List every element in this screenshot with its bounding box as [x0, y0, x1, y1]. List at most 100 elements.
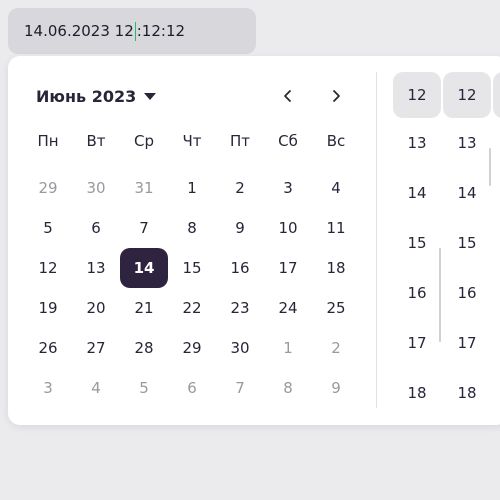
calendar-day[interactable]: 17	[264, 248, 312, 288]
weekday-label: Сб	[278, 132, 298, 150]
calendar-day[interactable]: 30	[216, 328, 264, 368]
calendar-day[interactable]: 29	[24, 168, 72, 208]
calendar-week-row: 3 4 5 6 7 8 9	[24, 368, 360, 408]
minute-option[interactable]: 18	[443, 368, 491, 418]
second-option[interactable]	[493, 72, 500, 118]
calendar-day-number: 3	[283, 179, 293, 197]
calendar-day-number: 3	[43, 379, 53, 397]
calendar-day-number: 8	[283, 379, 293, 397]
minute-option[interactable]: 12	[443, 72, 491, 118]
calendar-day[interactable]: 24	[264, 288, 312, 328]
hour-option[interactable]: 15	[393, 218, 441, 268]
hour-option[interactable]: 13	[393, 118, 441, 168]
calendar-day[interactable]: 10	[264, 208, 312, 248]
calendar-day[interactable]: 8	[264, 368, 312, 408]
calendar-day-number: 18	[326, 259, 346, 277]
calendar-day-selected[interactable]: 14	[120, 248, 168, 288]
minutes-scrollbar[interactable]	[489, 148, 491, 186]
calendar-day-number: 12	[38, 259, 58, 277]
calendar-day[interactable]: 9	[216, 208, 264, 248]
calendar-day[interactable]: 6	[168, 368, 216, 408]
calendar-day-number: 24	[278, 299, 298, 317]
calendar-day[interactable]: 7	[216, 368, 264, 408]
calendar-week-row: 19 20 21 22 23 24 25	[24, 288, 360, 328]
calendar-day-number: 25	[326, 299, 346, 317]
calendar-day[interactable]: 15	[168, 248, 216, 288]
calendar-day[interactable]: 3	[264, 168, 312, 208]
calendar-day[interactable]: 4	[72, 368, 120, 408]
calendar-day[interactable]: 30	[72, 168, 120, 208]
calendar-day[interactable]: 18	[312, 248, 360, 288]
chevron-right-icon	[333, 90, 340, 102]
calendar-day[interactable]: 26	[24, 328, 72, 368]
calendar-day-number: 20	[86, 299, 106, 317]
minute-option[interactable]: 13	[443, 118, 491, 168]
calendar-day-number: 9	[331, 379, 341, 397]
hour-option[interactable]: 12	[393, 72, 441, 118]
calendar-day[interactable]: 5	[120, 368, 168, 408]
calendar-day[interactable]: 13	[72, 248, 120, 288]
calendar-day-number: 29	[38, 179, 58, 197]
next-month-button[interactable]	[324, 84, 348, 108]
calendar-day-number: 31	[134, 179, 154, 197]
calendar-day-number: 2	[331, 339, 341, 357]
text-caret	[134, 21, 136, 41]
minute-option[interactable]: 17	[443, 318, 491, 368]
calendar-day-number: 8	[187, 219, 197, 237]
caret-down-icon	[144, 92, 157, 100]
calendar-day-number: 23	[230, 299, 250, 317]
calendar-day-number: 4	[331, 179, 341, 197]
calendar-day-number: 6	[187, 379, 197, 397]
seconds-column[interactable]	[493, 68, 500, 118]
calendar-day[interactable]: 9	[312, 368, 360, 408]
calendar-day[interactable]: 4	[312, 168, 360, 208]
hours-column[interactable]: 12 13 14 15 16 17 18	[393, 68, 441, 418]
minute-option[interactable]: 15	[443, 218, 491, 268]
chevron-left-icon	[284, 90, 291, 102]
calendar-day[interactable]: 8	[168, 208, 216, 248]
calendar-day[interactable]: 21	[120, 288, 168, 328]
hour-option[interactable]: 17	[393, 318, 441, 368]
minutes-column[interactable]: 12 13 14 15 16 17 18	[443, 68, 491, 418]
calendar-day[interactable]: 7	[120, 208, 168, 248]
prev-month-button[interactable]	[276, 84, 300, 108]
hour-option[interactable]: 18	[393, 368, 441, 418]
calendar-day[interactable]: 12	[24, 248, 72, 288]
calendar-day[interactable]: 6	[72, 208, 120, 248]
hour-option[interactable]: 16	[393, 268, 441, 318]
calendar-day-number: 5	[43, 219, 53, 237]
calendar-day[interactable]: 31	[120, 168, 168, 208]
calendar-day-number: 5	[139, 379, 149, 397]
calendar-week-row: 29 30 31 1 2 3 4	[24, 168, 360, 208]
calendar-day[interactable]: 29	[168, 328, 216, 368]
calendar-day[interactable]: 27	[72, 328, 120, 368]
datetime-value-before-caret: 14.06.2023 12	[24, 22, 134, 40]
calendar-day[interactable]: 11	[312, 208, 360, 248]
calendar-day[interactable]: 1	[264, 328, 312, 368]
calendar-day[interactable]: 5	[24, 208, 72, 248]
calendar-day[interactable]: 3	[24, 368, 72, 408]
calendar-day-number: 7	[235, 379, 245, 397]
calendar-week-row: 12 13 14 15 16 17 18	[24, 248, 360, 288]
calendar-day[interactable]: 25	[312, 288, 360, 328]
minute-option[interactable]: 16	[443, 268, 491, 318]
datetime-input[interactable]: 14.06.2023 12:12:12	[8, 8, 256, 54]
hour-option[interactable]: 14	[393, 168, 441, 218]
calendar-day[interactable]: 20	[72, 288, 120, 328]
calendar-day[interactable]: 2	[312, 328, 360, 368]
hours-scrollbar[interactable]	[439, 248, 441, 342]
calendar-day-number: 17	[278, 259, 298, 277]
calendar-day[interactable]: 2	[216, 168, 264, 208]
calendar-day[interactable]: 23	[216, 288, 264, 328]
calendar-day[interactable]: 19	[24, 288, 72, 328]
calendar-day[interactable]: 16	[216, 248, 264, 288]
calendar-day[interactable]: 1	[168, 168, 216, 208]
calendar-day[interactable]: 22	[168, 288, 216, 328]
calendar-day-number: 1	[283, 339, 293, 357]
month-selector[interactable]: Июнь 2023	[36, 84, 157, 108]
weekday-label: Вт	[86, 132, 106, 150]
minute-option[interactable]: 14	[443, 168, 491, 218]
calendar-week-row: 26 27 28 29 30 1 2	[24, 328, 360, 368]
calendar-day-number: 21	[134, 299, 154, 317]
calendar-day[interactable]: 28	[120, 328, 168, 368]
